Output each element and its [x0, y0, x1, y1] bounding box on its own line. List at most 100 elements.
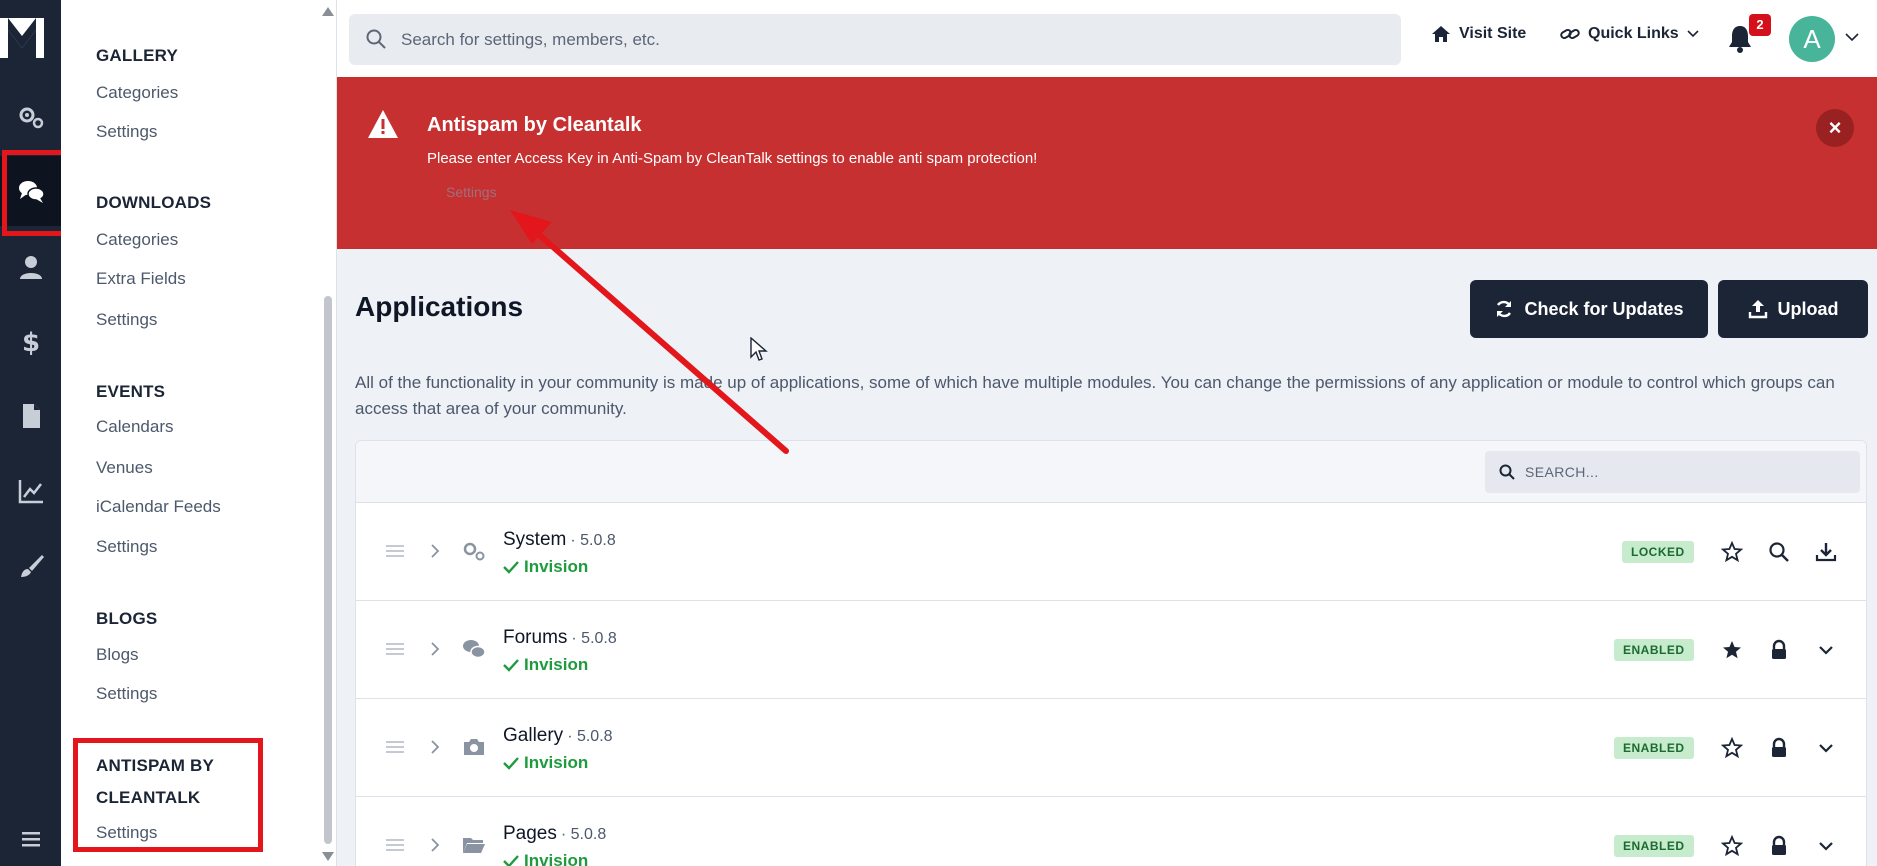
app-row-forums: Forums · 5.0.8 Invision ENABLED	[356, 601, 1866, 699]
check-icon	[503, 561, 519, 574]
chevron-down-icon	[1819, 842, 1833, 851]
chevron-right-icon[interactable]	[430, 739, 440, 755]
rail-content[interactable]	[0, 381, 61, 451]
admin-nav-rail: $	[0, 0, 66, 866]
download-icon	[1815, 543, 1837, 562]
status-badge: ENABLED	[1614, 737, 1694, 759]
search-app-button[interactable]	[1766, 539, 1792, 565]
page-title: Applications	[355, 291, 524, 322]
camera-icon	[464, 739, 484, 755]
scrollbar-thumb[interactable]	[324, 296, 332, 844]
favorite-button[interactable]	[1719, 833, 1745, 859]
app-author: Invision	[503, 753, 588, 773]
drag-handle-icon[interactable]	[386, 838, 404, 852]
upload-button[interactable]: Upload	[1718, 280, 1868, 338]
submenu-scrollbar[interactable]	[319, 0, 337, 866]
favorite-button[interactable]	[1719, 539, 1745, 565]
drag-handle-icon[interactable]	[386, 740, 404, 754]
visit-site-link[interactable]: Visit Site	[1431, 24, 1526, 44]
app-version: · 5.0.8	[560, 826, 607, 843]
app-version: · 5.0.8	[567, 728, 613, 745]
rail-members[interactable]	[0, 232, 61, 302]
more-options-button[interactable]	[1813, 735, 1839, 761]
submenu-link-gallery-settings[interactable]: Settings	[96, 122, 157, 142]
app-row-pages: Pages · 5.0.8 Invision ENABLED	[356, 797, 1866, 866]
top-bar: Visit Site Quick Links 2 A	[337, 0, 1877, 77]
quick-links-label: Quick Links	[1588, 25, 1679, 42]
rail-menu-toggle[interactable]	[0, 804, 61, 866]
scroll-down-arrow-icon[interactable]	[322, 852, 334, 861]
submenu-link-events-calendars[interactable]: Calendars	[96, 417, 174, 437]
submenu-link-downloads-categories[interactable]: Categories	[96, 230, 178, 250]
status-badge: ENABLED	[1614, 639, 1694, 661]
dollar-icon: $	[21, 328, 39, 356]
chevron-right-icon[interactable]	[430, 641, 440, 657]
app-version: · 5.0.8	[570, 532, 616, 549]
applications-table: System· 5.0.8 Invision LOCKED Forums· 5.…	[355, 440, 1867, 866]
more-options-button[interactable]	[1813, 637, 1839, 663]
lock-icon	[1772, 639, 1786, 659]
favorite-button[interactable]	[1719, 735, 1745, 761]
rail-commerce[interactable]: $	[0, 307, 61, 377]
download-app-button[interactable]	[1813, 539, 1839, 565]
rail-customization[interactable]	[0, 531, 61, 601]
rail-stats[interactable]	[0, 456, 61, 526]
document-icon	[22, 404, 40, 428]
star-filled-icon	[1723, 641, 1741, 659]
members-icon	[19, 256, 42, 279]
check-for-updates-button[interactable]: Check for Updates	[1470, 280, 1708, 338]
rail-system[interactable]	[0, 82, 61, 152]
scroll-up-arrow-icon[interactable]	[322, 7, 334, 16]
chevron-right-icon[interactable]	[430, 543, 440, 559]
app-author-text: Invision	[524, 655, 589, 674]
chart-line-icon	[18, 480, 43, 504]
submenu-link-events-venues[interactable]: Venues	[96, 458, 153, 478]
app-name[interactable]: Pages · 5.0.8	[503, 823, 606, 845]
submenu-link-events-settings[interactable]: Settings	[96, 537, 157, 557]
permissions-button[interactable]	[1766, 637, 1792, 663]
app-author-text: Invision	[524, 557, 589, 576]
star-outline-icon	[1721, 737, 1743, 759]
app-name[interactable]: System · 5.0.8	[503, 529, 616, 551]
app-name-text: System	[503, 529, 567, 550]
app-name[interactable]: Gallery · 5.0.8	[503, 725, 613, 747]
chevron-down-icon	[1687, 30, 1699, 38]
more-options-button[interactable]	[1813, 833, 1839, 859]
submenu-link-gallery-categories[interactable]: Categories	[96, 83, 178, 103]
mouse-cursor-icon	[750, 337, 768, 361]
quick-links-menu[interactable]: Quick Links	[1560, 24, 1699, 44]
alert-settings-link[interactable]: Settings	[446, 184, 497, 200]
permissions-button[interactable]	[1766, 833, 1792, 859]
paintbrush-icon	[20, 555, 44, 577]
check-icon	[503, 659, 519, 672]
drag-handle-icon[interactable]	[386, 642, 404, 656]
submenu-link-blogs-blogs[interactable]: Blogs	[96, 645, 139, 665]
home-icon	[1432, 26, 1450, 42]
applications-search-input[interactable]	[1525, 451, 1845, 493]
lock-icon	[1772, 835, 1786, 855]
submenu-link-events-icalendar-feeds[interactable]: iCalendar Feeds	[96, 497, 221, 517]
favorite-button[interactable]	[1719, 637, 1745, 663]
refresh-icon	[1497, 300, 1512, 318]
annotation-highlight-antispam	[73, 738, 263, 852]
search-icon	[366, 29, 386, 49]
permissions-button[interactable]	[1766, 735, 1792, 761]
app-author: Invision	[503, 655, 588, 675]
submenu-link-blogs-settings[interactable]: Settings	[96, 684, 157, 704]
global-search-input[interactable]	[401, 14, 1381, 65]
drag-handle-icon[interactable]	[386, 544, 404, 558]
chat-icon	[463, 640, 486, 659]
app-author: Invision	[503, 557, 588, 577]
user-avatar[interactable]: A	[1789, 16, 1835, 62]
submenu-link-downloads-settings[interactable]: Settings	[96, 310, 157, 330]
alert-title: Antispam by Cleantalk	[427, 114, 642, 136]
status-badge: LOCKED	[1622, 541, 1694, 563]
avatar-chevron-down-icon[interactable]	[1845, 32, 1859, 42]
app-name[interactable]: Forums · 5.0.8	[503, 627, 617, 649]
invision-logo-icon[interactable]	[0, 18, 44, 58]
submenu-link-downloads-extra-fields[interactable]: Extra Fields	[96, 269, 186, 289]
app-author-text: Invision	[524, 753, 589, 772]
chevron-right-icon[interactable]	[430, 837, 440, 853]
community-submenu: GALLERY Categories Settings DOWNLOADS Ca…	[61, 0, 337, 866]
alert-close-button[interactable]: ×	[1816, 109, 1854, 147]
